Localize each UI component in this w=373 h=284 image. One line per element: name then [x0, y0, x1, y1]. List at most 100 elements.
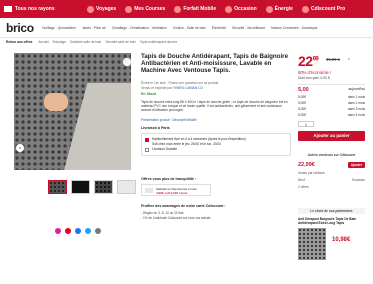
- topbar-item-courses[interactable]: Mes Courses: [125, 5, 165, 13]
- savings: 50% d'économie !: [298, 70, 332, 75]
- hand: [44, 93, 68, 111]
- old-price-info[interactable]: *: [348, 57, 350, 62]
- nav-item[interactable]: Outillage - Quincaillerie: [42, 26, 76, 30]
- nav-item[interactable]: Maison Connectée - Domotique: [271, 26, 317, 30]
- quantity-select[interactable]: 1: [298, 121, 314, 127]
- site-header: brico Outillage - Quincaillerie Jardin -…: [0, 18, 373, 38]
- cart-icon: [125, 5, 133, 13]
- product-meta: Écrire le 1er avis · Posez une question …: [141, 81, 218, 90]
- card-advantage-line: - 1% de Cashback Cdiscount sur tous vos …: [141, 215, 211, 220]
- recommendation-header: Le choix de nos partenaires: [298, 208, 365, 214]
- pinterest-icon[interactable]: [65, 228, 71, 234]
- all-departments-menu[interactable]: Tous nos rayons: [0, 6, 78, 12]
- back-to-offers-link[interactable]: Retour aux offres: [6, 40, 32, 44]
- product-title: Tapis de Douche Antidérapant, Tapis de B…: [141, 53, 289, 74]
- condition-used[interactable]: Occasion: [352, 178, 365, 182]
- more-info-link[interactable]: Présentation produit · Descriptif détail…: [141, 118, 197, 122]
- card-advantages: - Réglez en 3, 5, 10 ou 20 fois - 1% de …: [141, 211, 210, 220]
- nav-item[interactable]: Chauffage - Climatisation - Ventilation: [112, 26, 167, 30]
- installments: 5,00 aujourd'hui 5,00€ dans 1 mois 5,00€ da…: [298, 84, 365, 117]
- breadcrumb-item[interactable]: Tapis antidérapant douche: [140, 40, 177, 44]
- installment-when: dans 4 mois: [347, 113, 365, 117]
- recommendation-name[interactable]: Anti Dérapant Baignoire Tapis De Bain An…: [298, 217, 365, 225]
- topbar-item-occasion[interactable]: Occasion: [225, 5, 257, 13]
- installment-row: 5,00€ dans 2 mois: [298, 101, 365, 105]
- delivery-option-label: Livraison Gratuite: [152, 147, 177, 151]
- site-logo[interactable]: brico: [6, 21, 34, 35]
- topbar-item-label: Forfait Mobile: [183, 6, 217, 12]
- zoom-icon[interactable]: ⌕: [16, 144, 24, 152]
- pro-icon: [301, 5, 309, 13]
- nav-item[interactable]: Sécurité - Surveillance: [232, 26, 265, 30]
- phone-icon: [174, 5, 182, 13]
- partner-recommendation: Le choix de nos partenaires Anti Dérapan…: [298, 208, 365, 260]
- installment-today: 5,00 aujourd'hui: [298, 87, 365, 93]
- topbar-item-energie[interactable]: Énergie: [265, 5, 293, 13]
- energy-icon: [265, 5, 273, 13]
- offer-count[interactable]: 2 offres: [298, 185, 309, 189]
- eco-participation: Dont éco-part. 0,00 €: [298, 76, 330, 80]
- stock-status: En Stock: [141, 92, 157, 96]
- seller-name[interactable]: Vendu par rdkfwca: [298, 171, 324, 175]
- seller-add-button[interactable]: Ajouter: [347, 162, 365, 168]
- seller-row: Neuf Occasion: [298, 178, 365, 182]
- plane-icon: [87, 5, 94, 13]
- insurance-title: Offres vous plus de tranquillité :: [141, 177, 197, 181]
- buy-box: 2299 46,00 € * 50% d'économie ! Dont éco…: [298, 53, 365, 141]
- thumbnail[interactable]: [48, 180, 67, 194]
- mail-icon[interactable]: [95, 228, 101, 234]
- add-to-cart-button[interactable]: Ajouter au panier: [298, 131, 365, 141]
- recommendation-image[interactable]: [298, 228, 326, 260]
- product-main-image[interactable]: [14, 53, 131, 170]
- category-nav: Outillage - Quincaillerie Jardin - Plein…: [42, 26, 324, 30]
- delivery-title[interactable]: Livraison à Paris: [141, 126, 170, 130]
- thumbnail[interactable]: [117, 180, 136, 194]
- breadcrumb-item[interactable]: Bricolage: [53, 40, 66, 44]
- installment-amount: 5,00€: [298, 107, 306, 111]
- seller-prefix: Vendu et expédié par: [141, 85, 173, 90]
- breadcrumb-item[interactable]: Accueil: [38, 40, 48, 44]
- installment-amount: 5,00: [298, 87, 309, 93]
- seller-row: Vendu par rdkfwca: [298, 171, 365, 175]
- tag-icon: [225, 5, 233, 13]
- twitter-icon[interactable]: [85, 228, 91, 234]
- seller-link[interactable]: YIWEN LUMIAN CO: [173, 86, 203, 90]
- topbar-item-pro[interactable]: Cdiscount Pro: [301, 5, 345, 13]
- facebook-icon[interactable]: [75, 228, 81, 234]
- all-departments-label: Tous nos rayons: [15, 6, 55, 12]
- old-price: 46,00 €: [326, 57, 340, 62]
- delivery-option[interactable]: Livraison Gratuite: [145, 147, 287, 152]
- instagram-icon[interactable]: [55, 228, 61, 234]
- thumbnail[interactable]: [71, 180, 90, 194]
- topbar-item-label: Voyages: [96, 6, 117, 12]
- recommendation-price: 10,98€: [332, 237, 351, 243]
- heart-icon[interactable]: ♡: [123, 58, 131, 66]
- installment-row: 5,00€ dans 3 mois: [298, 107, 365, 111]
- other-sellers: Autres vendeurs sur Cdiscount 22,99€ Ajo…: [298, 153, 365, 189]
- card-advantages-title: Profitez des avantages de notre carte Cd…: [141, 204, 226, 208]
- installment-amount: 5,00€: [298, 95, 306, 99]
- installment-when: dans 2 mois: [347, 101, 365, 105]
- thumbnail[interactable]: [94, 180, 113, 194]
- delivery-options: Habituellement livré en 3 à 4 semaines (…: [141, 133, 291, 156]
- installment-row: 5,00€ dans 1 mois: [298, 95, 365, 99]
- condition-new[interactable]: Neuf: [298, 178, 305, 182]
- nav-item[interactable]: Cuisine - Salle de bain: [173, 26, 206, 30]
- nav-item[interactable]: Jardin - Plein air: [82, 26, 106, 30]
- insurance-price: 4,99€ soit 0,10€ / mois: [156, 191, 188, 195]
- installment-amount: 5,00€: [298, 113, 306, 117]
- installment-when: dans 3 mois: [347, 107, 365, 111]
- breadcrumb-item[interactable]: Sanitaire salle de bain: [70, 40, 101, 44]
- insurance-option[interactable]: Satisfait ou Remboursé 2 mois 4,99€ soit…: [141, 184, 211, 196]
- topbar-item-label: Occasion: [234, 6, 257, 12]
- social-share: [55, 228, 105, 234]
- topbar-item-voyages[interactable]: Voyages: [87, 5, 117, 13]
- checkbox[interactable]: [145, 188, 153, 193]
- installment-amount: 5,00€: [298, 101, 306, 105]
- nav-item[interactable]: Électricité: [212, 26, 226, 30]
- price-cents: 99: [312, 56, 319, 63]
- installment-label: aujourd'hui: [348, 87, 365, 91]
- breadcrumb-item[interactable]: Sécurité salle de bain: [105, 40, 135, 44]
- topbar-item-mobile[interactable]: Forfait Mobile: [174, 5, 217, 13]
- topbar-item-label: Énergie: [274, 6, 293, 12]
